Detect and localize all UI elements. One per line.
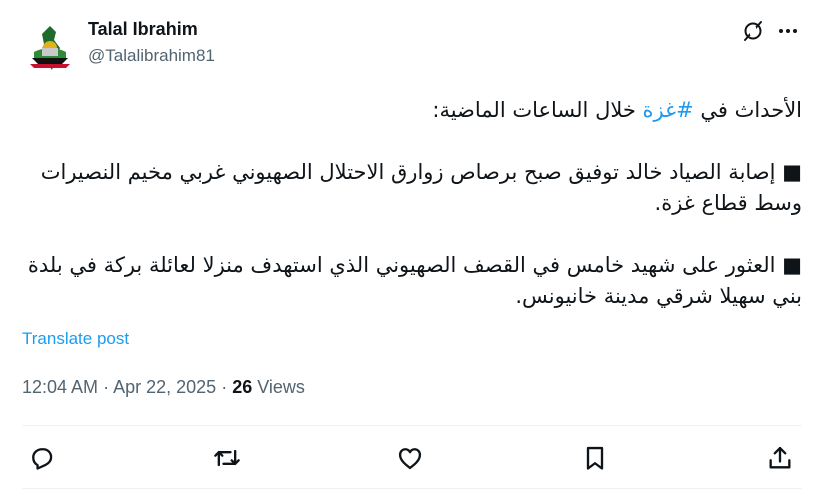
- tweet-item-1: ■ إصابة الصياد خالد توفيق صبح برصاص زوار…: [40, 160, 802, 215]
- author-handle[interactable]: @Talalibrahim81: [88, 46, 215, 66]
- tweet-line-1: الأحداث في #غزة خلال الساعات الماضية:: [22, 95, 802, 126]
- post-time[interactable]: 12:04 AM: [22, 377, 98, 397]
- avatar-image: [22, 18, 78, 74]
- action-bar: [22, 426, 802, 488]
- more-icon[interactable]: [776, 19, 800, 43]
- share-icon[interactable]: [766, 444, 794, 472]
- tweet-text: الأحداث في #غزة خلال الساعات الماضية: ■ …: [22, 95, 802, 312]
- tweet-line-1-prefix: الأحداث في: [693, 98, 802, 122]
- hashtag-link[interactable]: #غزة: [643, 98, 694, 122]
- tweet-line-1-suffix: خلال الساعات الماضية:: [432, 98, 643, 122]
- repost-icon[interactable]: [213, 444, 241, 472]
- post-date[interactable]: Apr 22, 2025: [113, 377, 216, 397]
- views-count: 26: [232, 377, 253, 397]
- bookmark-icon[interactable]: [581, 444, 609, 472]
- author-name[interactable]: Talal Ibrahim: [88, 19, 198, 40]
- grok-icon[interactable]: [741, 19, 765, 43]
- like-icon[interactable]: [396, 444, 424, 472]
- separator-dot: ·: [103, 377, 114, 397]
- tweet-item-2: ■ العثور على شهيد خامس في القصف الصهيوني…: [27, 253, 802, 308]
- divider: [22, 488, 802, 489]
- views-label: Views: [257, 377, 305, 397]
- avatar[interactable]: [22, 18, 78, 74]
- reply-icon[interactable]: [28, 444, 56, 472]
- separator-dot: ·: [221, 377, 233, 397]
- tweet-metadata: 12:04 AM · Apr 22, 2025 · 26 Views: [22, 377, 305, 398]
- translate-post-link[interactable]: Translate post: [22, 329, 129, 349]
